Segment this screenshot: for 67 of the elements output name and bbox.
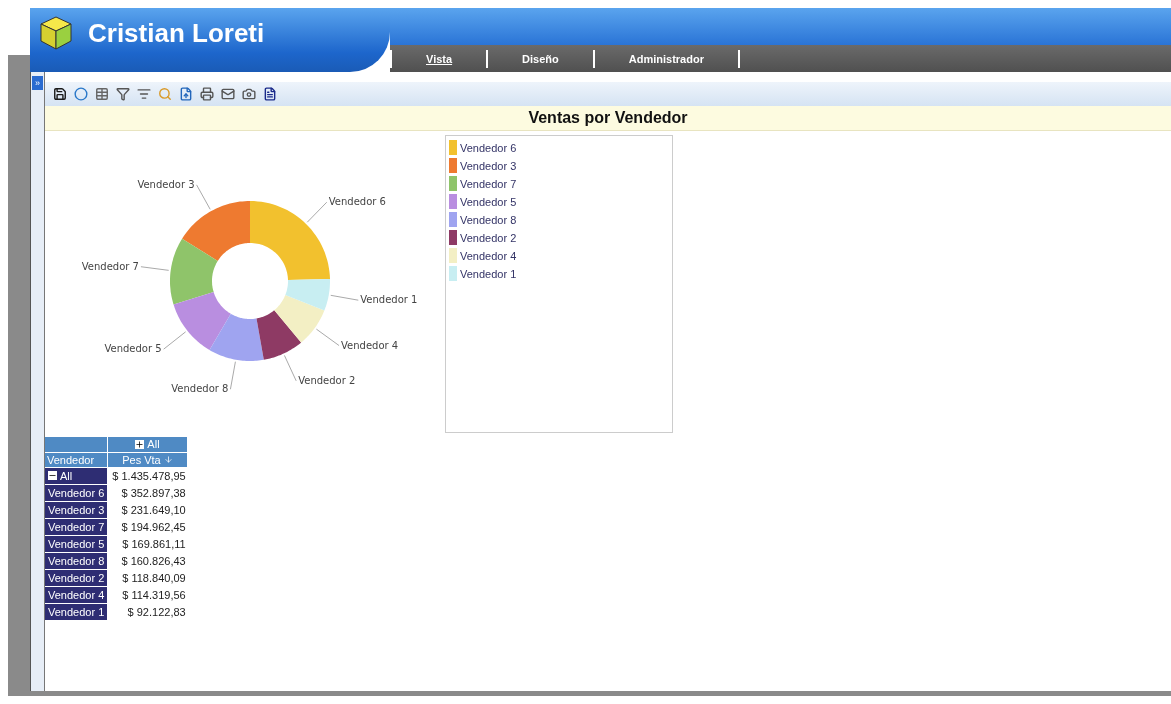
export-icon[interactable]: [179, 87, 193, 101]
legend-label: Vendedor 4: [460, 249, 517, 262]
legend-label: Vendedor 7: [460, 177, 517, 190]
row-header-cell: Vendedor 7: [45, 519, 109, 535]
envelope-icon[interactable]: [221, 87, 235, 101]
table-cell-text: $ 352.897,38: [120, 486, 187, 501]
leader-line: [330, 294, 359, 301]
column-group-label: All: [147, 438, 160, 450]
measure-label: Pes Vta: [122, 453, 161, 466]
table-cell-text: $ 92.122,83: [126, 605, 187, 620]
sort-arrow-icon[interactable]: [163, 455, 173, 464]
chart-slice: [170, 238, 218, 305]
row-header-cell: Vendedor 6: [45, 485, 109, 501]
user-name: Cristian Loreti: [88, 17, 265, 49]
legend-label: Vendedor 8: [460, 213, 517, 226]
row-header-cell: Vendedor 1: [45, 604, 109, 620]
leader-line: [306, 201, 328, 223]
slice-label: Vendedor 2: [298, 374, 356, 386]
row-header-cell: Vendedor 5: [45, 536, 109, 552]
legend-label: Vendedor 2: [460, 231, 517, 244]
row-header-cell: Vendedor 4: [45, 587, 109, 603]
slice-label: Vendedor 8: [171, 383, 229, 395]
table-cell-text: $ 1.435.478,95: [111, 468, 187, 484]
document-icon[interactable]: [263, 87, 277, 101]
filter-list-icon[interactable]: [137, 87, 151, 101]
slice-label: Vendedor 6: [328, 196, 386, 208]
expand-button[interactable]: »: [32, 76, 43, 90]
legend-label: Vendedor 6: [460, 141, 517, 154]
save-icon[interactable]: [53, 87, 67, 101]
expand-icon[interactable]: [135, 439, 145, 449]
slice-label: Vendedor 5: [104, 343, 162, 355]
chart-slice: [173, 292, 231, 350]
leader-line: [196, 184, 211, 210]
slice-label: Vendedor 7: [81, 260, 139, 272]
camera-icon[interactable]: [242, 87, 256, 101]
filter-icon[interactable]: [116, 87, 130, 101]
table-cell-text: $ 169.861,11: [121, 537, 187, 552]
chart-slice: [182, 201, 250, 261]
row-label: All: [60, 469, 73, 482]
row-header-cell: Vendedor 3: [45, 502, 109, 518]
chart-slice: [209, 313, 264, 361]
table-icon[interactable]: [95, 87, 109, 101]
legend-label: Vendedor 5: [460, 195, 517, 208]
leader-line: [315, 328, 340, 347]
leader-line: [163, 331, 187, 350]
cube-logo-icon: [38, 15, 74, 51]
row-header-cell: Vendedor 8: [45, 553, 109, 569]
slice-label: Vendedor 4: [341, 339, 399, 351]
leader-line: [283, 354, 297, 382]
table-cell-text: $ 160.826,43: [120, 554, 187, 569]
nav-tab[interactable]: Vista: [390, 49, 487, 68]
slice-label: Vendedor 1: [360, 294, 418, 306]
leader-line: [229, 361, 236, 390]
header-cell: Vendedor: [45, 452, 109, 467]
table-cell-text: $ 194.962,45: [120, 520, 187, 535]
legend-label: Vendedor 1: [460, 267, 517, 280]
report-title: Ventas por Vendedor: [528, 109, 688, 127]
table-cell-text: $ 114.319,56: [121, 588, 187, 603]
table-cell-text: $ 118.840,09: [121, 571, 187, 586]
nav-tab[interactable]: Diseño: [486, 49, 593, 68]
row-header-cell: Vendedor 2: [45, 570, 109, 586]
slice-label: Vendedor 3: [137, 178, 195, 190]
collapse-icon[interactable]: [48, 471, 57, 480]
table-cell-text: $ 231.649,10: [120, 503, 187, 518]
legend-label: Vendedor 3: [460, 159, 517, 172]
printer-icon[interactable]: [200, 87, 214, 101]
leader-line: [140, 266, 170, 271]
